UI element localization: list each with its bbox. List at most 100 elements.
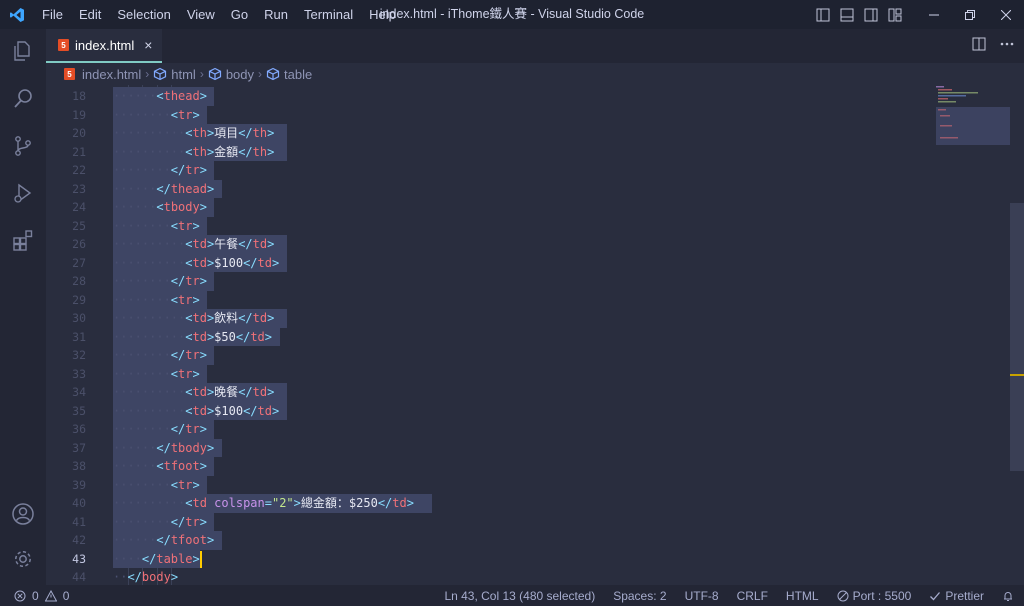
- close-window-icon[interactable]: [988, 0, 1024, 29]
- restore-icon[interactable]: [952, 0, 988, 29]
- menu-item-go[interactable]: Go: [223, 0, 256, 29]
- menu-item-edit[interactable]: Edit: [71, 0, 109, 29]
- code-token: </: [156, 533, 171, 547]
- whitespace-dots: ······: [113, 200, 157, 214]
- menu-item-terminal[interactable]: Terminal: [296, 0, 361, 29]
- more-actions-icon[interactable]: [1000, 37, 1014, 56]
- language-mode[interactable]: HTML: [786, 589, 819, 603]
- code-text: ··········<td>晚餐</td>: [113, 383, 274, 402]
- code-token: </: [235, 329, 251, 344]
- extensions-icon[interactable]: [0, 220, 46, 260]
- code-token: </: [141, 551, 157, 566]
- live-server-port[interactable]: Port : 5500: [837, 589, 911, 603]
- minimize-icon[interactable]: [916, 0, 952, 29]
- whitespace-dots: ··········: [113, 329, 186, 344]
- toggle-secondary-sidebar-icon[interactable]: [860, 0, 882, 29]
- code-token: td: [252, 311, 268, 325]
- search-icon[interactable]: [0, 79, 46, 119]
- code-token: >: [406, 496, 414, 510]
- whitespace-dots: ········: [113, 292, 171, 307]
- code-token: >: [199, 514, 207, 529]
- end-of-line[interactable]: CRLF: [737, 589, 768, 603]
- breadcrumb-file[interactable]: 5 index.html: [64, 67, 141, 82]
- settings-gear-icon[interactable]: [0, 539, 46, 579]
- menu-item-selection[interactable]: Selection: [109, 0, 178, 29]
- code-token: >: [192, 366, 200, 381]
- code-token: >: [192, 477, 200, 492]
- code-token: >: [199, 422, 207, 436]
- title-bar: File Edit Selection View Go Run Terminal Help i…: [0, 0, 1024, 29]
- code-token: tr: [185, 163, 200, 177]
- code-token: >: [293, 496, 301, 510]
- code-token: </: [170, 163, 186, 177]
- code-token: tr: [178, 218, 193, 233]
- code-token: >: [170, 570, 179, 584]
- close-icon[interactable]: ×: [144, 37, 152, 53]
- code-token: >: [206, 181, 215, 196]
- whitespace-dots: ······: [113, 533, 157, 547]
- indentation[interactable]: Spaces: 2: [613, 589, 666, 603]
- title-controls: [810, 0, 1024, 29]
- code-text: ········</tr>: [113, 513, 207, 532]
- line-number: 29: [72, 292, 86, 307]
- menu-item-run[interactable]: Run: [256, 0, 296, 29]
- code-token: tr: [178, 477, 193, 492]
- breadcrumb-html[interactable]: html: [153, 67, 196, 82]
- prettier-status[interactable]: Prettier: [929, 589, 984, 603]
- breadcrumb-table[interactable]: table: [266, 67, 312, 82]
- minimap[interactable]: [936, 85, 1010, 145]
- code-editor[interactable]: 18 ······<thead> 19 ········<tr> 20 ·········…: [46, 85, 1024, 585]
- code-token: >: [267, 385, 275, 399]
- whitespace-dots: ······: [113, 181, 157, 196]
- scrollbar-cursor-marker: [1010, 374, 1024, 376]
- whitespace-dots: ········: [113, 514, 171, 529]
- whitespace-dots: ········: [113, 218, 171, 233]
- code-text: ······</thead>: [113, 180, 214, 199]
- menu-item-help[interactable]: Help: [361, 0, 404, 29]
- line-number: 37: [72, 440, 86, 455]
- run-and-debug-icon[interactable]: [0, 173, 46, 213]
- code-text: ······<tfoot>: [113, 457, 207, 476]
- code-token: th: [192, 126, 207, 140]
- explorer-icon[interactable]: [0, 31, 46, 71]
- code-text: ······<tbody>: [113, 198, 207, 217]
- encoding[interactable]: UTF-8: [685, 589, 719, 603]
- line-number: 33: [72, 366, 86, 381]
- code-line: 39 ········<tr>: [46, 475, 1024, 494]
- code-token: $50: [214, 329, 236, 344]
- status-right: Ln 43, Col 13 (480 selected) Spaces: 2 U…: [426, 585, 1014, 606]
- source-control-icon[interactable]: [0, 126, 46, 166]
- toggle-panel-icon[interactable]: [836, 0, 858, 29]
- whitespace-dots: ··········: [113, 403, 186, 418]
- vertical-scrollbar[interactable]: [1010, 85, 1024, 585]
- split-editor-icon[interactable]: [972, 37, 986, 56]
- toggle-primary-sidebar-icon[interactable]: [812, 0, 834, 29]
- code-token: </: [156, 181, 171, 196]
- code-text: ········</tr>: [113, 346, 207, 365]
- menu-item-view[interactable]: View: [179, 0, 223, 29]
- code-line: 35 ··········<td>$100</td>: [46, 401, 1024, 420]
- line-number: 40: [72, 496, 86, 510]
- code-line: 22 ········</tr>: [46, 161, 1024, 180]
- cursor-position[interactable]: Ln 43, Col 13 (480 selected): [444, 589, 595, 603]
- code-line: 32 ········</tr>: [46, 346, 1024, 365]
- notifications-bell-icon[interactable]: [1002, 590, 1014, 602]
- code-token: 總金額：: [300, 496, 349, 510]
- scrollbar-thumb[interactable]: [1010, 203, 1024, 471]
- code-token: tr: [185, 514, 200, 529]
- code-line: 28 ········</tr>: [46, 272, 1024, 291]
- account-icon[interactable]: [0, 494, 46, 534]
- code-text: ··········<td>$50</td>: [113, 328, 272, 347]
- customize-layout-icon[interactable]: [884, 0, 906, 29]
- whitespace-dots: ··········: [113, 144, 186, 159]
- code-line: 38 ······<tfoot>: [46, 457, 1024, 476]
- breadcrumb-body[interactable]: body: [208, 67, 254, 82]
- whitespace-dots: ··········: [113, 126, 186, 140]
- problems-status[interactable]: 0 0: [14, 585, 69, 606]
- tab-index-html[interactable]: 5 index.html ×: [46, 29, 162, 63]
- code-text: ········</tr>: [113, 161, 207, 180]
- whitespace-dots: ··········: [113, 237, 186, 251]
- menu-item-file[interactable]: File: [34, 0, 71, 29]
- whitespace-dots: ··: [113, 570, 128, 584]
- code-token: tfoot: [170, 533, 207, 547]
